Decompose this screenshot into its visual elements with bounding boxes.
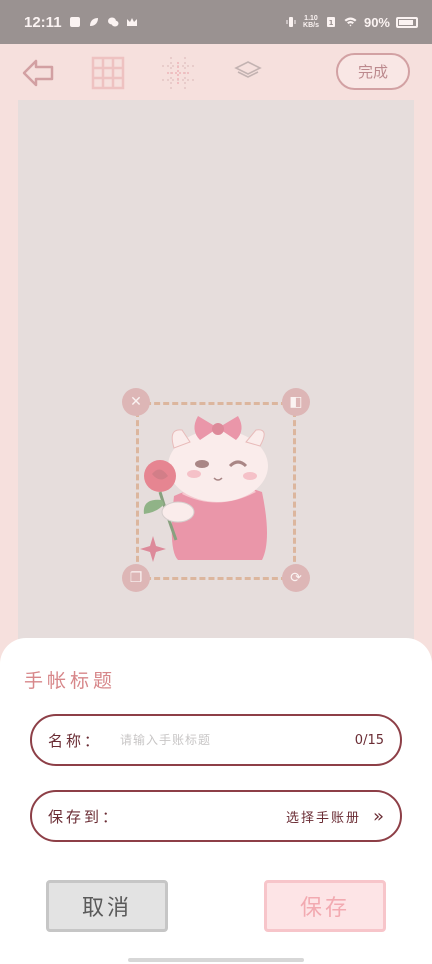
name-label: 名称： (48, 731, 103, 750)
save-button[interactable]: 保存 (264, 880, 386, 932)
save-to-label: 保存到： (48, 807, 121, 826)
choose-journal-book[interactable]: 选择手账册 (286, 807, 361, 826)
double-chevron-right-icon[interactable]: » (373, 806, 384, 827)
name-input[interactable] (120, 733, 355, 747)
save-to-field[interactable]: 保存到： 选择手账册 » (30, 790, 402, 842)
home-indicator[interactable] (128, 958, 304, 962)
cancel-button[interactable]: 取消 (46, 880, 168, 932)
name-field[interactable]: 名称： 0/15 (30, 714, 402, 766)
title-bottom-sheet: 手帐标题 名称： 0/15 保存到： 选择手账册 » 取消 保存 (0, 638, 432, 964)
name-char-counter: 0/15 (354, 732, 384, 748)
sheet-title: 手帐标题 (24, 670, 117, 692)
